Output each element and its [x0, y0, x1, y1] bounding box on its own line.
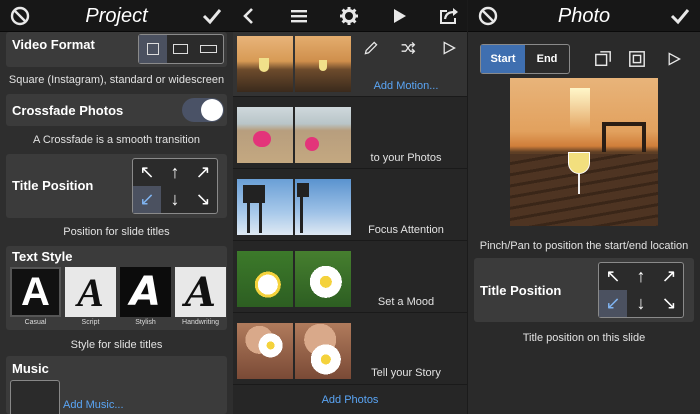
arrow-down-right-icon[interactable]: ↘: [189, 186, 217, 213]
add-photos-bar: Add Photos: [233, 384, 467, 414]
casual-caption: Casual: [24, 319, 47, 326]
start-end-segmented-control[interactable]: Start End: [480, 44, 570, 74]
arrow-up-left-icon[interactable]: ↖: [133, 159, 161, 186]
square-format-option[interactable]: [139, 35, 167, 63]
crossfade-card: Crossfade Photos: [6, 94, 227, 126]
slide-5-caption: Tell your Story: [371, 367, 441, 379]
end-segment[interactable]: End: [525, 45, 569, 73]
photo-title-position-grid[interactable]: ↖ ↑ ↗ ↙ ↓ ↘: [598, 262, 684, 318]
add-photos-button[interactable]: Add Photos: [233, 394, 467, 406]
stylish-style-option[interactable]: A: [120, 267, 171, 317]
slide-2-start-thumbnail: [237, 107, 293, 163]
slide-3-end-thumbnail: [295, 179, 351, 235]
slide-1-start-thumbnail: [237, 36, 293, 92]
arrow-up-icon[interactable]: ↑: [161, 159, 189, 186]
slide-3-start-thumbnail: [237, 179, 293, 235]
stylish-caption: Stylish: [135, 319, 156, 326]
photo-title-position-label: Title Position: [480, 283, 562, 298]
slides-toolbar: [233, 0, 467, 32]
handwriting-caption: Handwriting: [182, 319, 219, 326]
text-style-label: Text Style: [12, 249, 73, 264]
arrow-down-right-icon[interactable]: ↘: [655, 290, 683, 317]
title-position-caption: Position for slide titles: [63, 226, 170, 238]
checkmark-icon[interactable]: [202, 6, 222, 26]
arrow-down-left-icon[interactable]: ↙: [133, 186, 161, 213]
back-chevron-icon[interactable]: [239, 6, 259, 26]
photo-panel: Photo Start End Pinch/Pan to position th…: [468, 0, 700, 414]
start-segment[interactable]: Start: [481, 45, 525, 73]
slide-row-2[interactable]: to your Photos: [233, 97, 467, 168]
gear-icon[interactable]: [339, 6, 359, 26]
menu-icon[interactable]: [289, 6, 309, 26]
photo-title: Photo: [557, 5, 611, 27]
project-nav-bar: Project: [0, 0, 233, 32]
standard-format-option[interactable]: [167, 35, 195, 63]
music-label: Music: [12, 361, 49, 376]
text-style-caption: Style for slide titles: [70, 339, 163, 351]
wine-glass: [568, 152, 590, 174]
slides-panel: Add Motion... to your Photos Focus Atten…: [233, 0, 467, 414]
project-panel: Project Video Format Square (Instagram),…: [0, 0, 233, 414]
pinch-caption: Pinch/Pan to position the start/end loca…: [479, 240, 689, 252]
add-music-link[interactable]: Add Music...: [63, 399, 124, 411]
script-caption: Script: [81, 319, 100, 326]
crossfade-label: Crossfade Photos: [12, 103, 124, 118]
casual-style-option[interactable]: A: [10, 267, 61, 317]
arrow-up-right-icon[interactable]: ↗: [189, 159, 217, 186]
widescreen-format-option[interactable]: [195, 35, 223, 63]
sun-reflection: [570, 88, 590, 130]
arrow-up-icon[interactable]: ↑: [627, 263, 655, 290]
music-card: Music Add Music...: [6, 356, 227, 414]
slide-5-end-thumbnail: [295, 323, 351, 379]
project-title: Project: [85, 5, 148, 27]
slide-3-caption: Focus Attention: [368, 224, 444, 236]
slide-row-1[interactable]: Add Motion...: [233, 32, 467, 96]
slide-5-start-thumbnail: [237, 323, 293, 379]
fill-frame-icon[interactable]: [628, 50, 646, 68]
crossfade-caption: A Crossfade is a smooth transition: [33, 134, 200, 146]
chair-back: [602, 122, 646, 152]
arrow-down-icon[interactable]: ↓: [627, 290, 655, 317]
photo-nav-bar: Photo: [468, 0, 700, 32]
title-position-grid[interactable]: ↖ ↑ ↗ ↙ ↓ ↘: [132, 158, 218, 214]
preview-play-icon[interactable]: [441, 40, 457, 56]
video-format-selector[interactable]: [138, 34, 224, 64]
shuffle-icon[interactable]: [399, 40, 417, 56]
add-motion-link[interactable]: Add Motion...: [345, 80, 467, 92]
pencil-icon[interactable]: [363, 40, 379, 56]
slide-1-end-thumbnail: [295, 36, 351, 92]
title-position-label: Title Position: [12, 178, 94, 193]
toggle-knob: [201, 99, 223, 121]
arrow-down-left-icon[interactable]: ↙: [599, 290, 627, 317]
crossfade-toggle[interactable]: [182, 98, 224, 122]
arrow-up-left-icon[interactable]: ↖: [599, 263, 627, 290]
video-format-label: Video Format: [12, 37, 95, 52]
checkmark-icon[interactable]: [670, 6, 690, 26]
slide-4-caption: Set a Mood: [377, 296, 435, 308]
video-format-card: Video Format: [6, 32, 227, 67]
play-icon[interactable]: [389, 6, 409, 26]
slide-row-3[interactable]: Focus Attention: [233, 169, 467, 240]
share-icon[interactable]: [439, 6, 459, 26]
preview-play-icon[interactable]: [666, 50, 682, 68]
arrow-up-right-icon[interactable]: ↗: [655, 263, 683, 290]
arrow-down-icon[interactable]: ↓: [161, 186, 189, 213]
video-format-caption: Square (Instagram), standard or widescre…: [8, 74, 225, 86]
slide-row-4[interactable]: Set a Mood: [233, 241, 467, 312]
slide-4-start-thumbnail: [237, 251, 293, 307]
slide-row-5[interactable]: Tell your Story: [233, 313, 467, 384]
handwriting-style-option[interactable]: A: [175, 267, 226, 317]
slide-2-end-thumbnail: [295, 107, 351, 163]
music-artwork-placeholder[interactable]: [10, 380, 60, 414]
title-position-card: Title Position ↖ ↑ ↗ ↙ ↓ ↘: [6, 154, 227, 218]
fit-frame-icon[interactable]: [594, 50, 612, 68]
photo-preview[interactable]: [510, 78, 658, 226]
slide-2-caption: to your Photos: [370, 152, 442, 164]
slide-4-end-thumbnail: [295, 251, 351, 307]
script-style-option[interactable]: A: [65, 267, 116, 317]
wine-glass-stem: [578, 174, 580, 194]
photo-title-position-caption: Title position on this slide: [522, 332, 646, 344]
photo-title-position-card: Title Position ↖ ↑ ↗ ↙ ↓ ↘: [474, 258, 694, 322]
